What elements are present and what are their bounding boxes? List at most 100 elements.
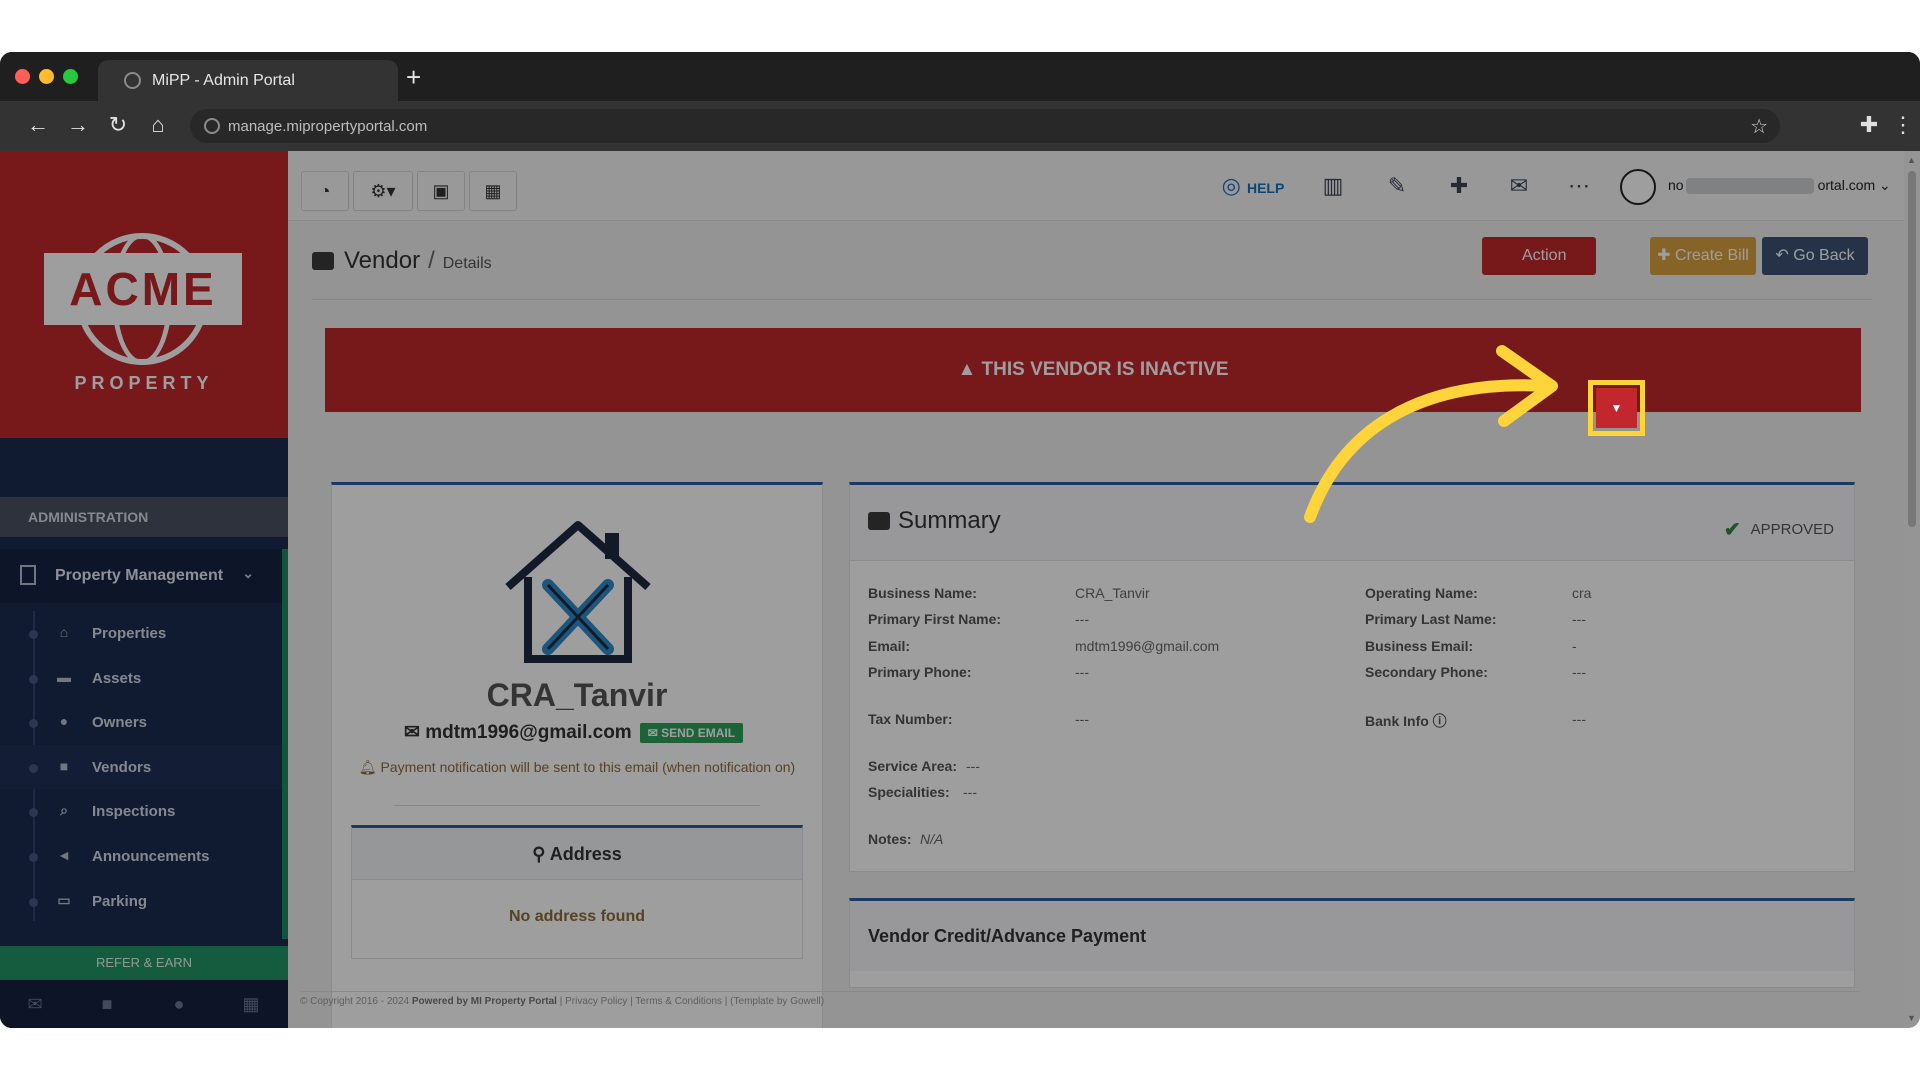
site-info-icon[interactable] [204, 118, 220, 134]
wrench-icon[interactable]: ✎ [1380, 171, 1414, 201]
footer-links[interactable]: | Privacy Policy | Terms & Conditions | [560, 996, 728, 1007]
send-email-button[interactable]: ✉ SEND EMAIL [639, 722, 744, 743]
browser-window: MiPP - Admin Portal + ← → ↻ ⌂ manage.mip… [0, 52, 1920, 1028]
minimize-window-button[interactable] [39, 69, 54, 84]
check-icon: ✔ [1723, 519, 1741, 541]
value-notes: N/A [920, 831, 944, 847]
envelope-icon[interactable]: ✉ [1502, 171, 1536, 201]
brand-logo[interactable]: ACME PROPERTY [0, 151, 288, 438]
briefcase-icon [868, 512, 890, 530]
briefcase-icon[interactable]: ■ [96, 994, 118, 1014]
label-secondary-phone: Secondary Phone: [1365, 664, 1488, 680]
sidebar-item-label: Vendors [92, 758, 152, 776]
briefcase-icon [312, 252, 334, 270]
avatar[interactable] [1620, 169, 1656, 205]
forward-arrow-icon[interactable]: → [63, 112, 93, 138]
extensions-puzzle-icon[interactable]: ✚ [1854, 112, 1884, 138]
bookmark-star-icon[interactable]: ☆ [1750, 114, 1768, 139]
calculator-icon[interactable]: ▦ [240, 994, 262, 1014]
map-pin-icon: ⚲ [532, 844, 550, 864]
bullhorn-icon: ◄ [57, 847, 71, 863]
summary-card: Summary ✔ APPROVED Business Name: CRA_Ta… [849, 482, 1855, 872]
lifebuoy-icon: ◎ [1221, 173, 1241, 198]
home-icon: ⌂ [59, 624, 69, 640]
address-bar[interactable]: manage.mipropertyportal.com ☆ [190, 109, 1780, 143]
chevron-down-icon: ⌄ [242, 565, 254, 581]
vendor-email[interactable]: mdtm1996@gmail.com [425, 722, 632, 744]
sidebar-item-parking[interactable]: ▭ Parking [0, 879, 282, 923]
maximize-window-button[interactable] [63, 69, 78, 84]
label-notes: Notes: [868, 831, 912, 847]
tab-title: MiPP - Admin Portal [152, 71, 295, 89]
sidebar-item-vendors[interactable]: ■ Vendors [0, 745, 282, 789]
value-specialities: --- [963, 784, 977, 800]
go-back-button[interactable]: ↶ Go Back [1762, 237, 1868, 275]
close-window-button[interactable] [15, 69, 30, 84]
sidebar-item-inspections[interactable]: ⌕ Inspections [0, 789, 282, 833]
footer-powered-link[interactable]: Powered by MI Property Portal [412, 996, 557, 1007]
page-footer: © Copyright 2016 - 2024 Powered by MI Pr… [300, 991, 1860, 1009]
sidebar-item-label: Announcements [92, 847, 210, 865]
notification-note: 🔔︎ Payment notification will be sent to … [352, 757, 802, 777]
summary-header: Summary ✔ APPROVED [850, 485, 1854, 561]
user-email-end: ortal.com [1817, 177, 1876, 193]
label-service-area: Service Area: [868, 758, 957, 774]
url-text: manage.mipropertyportal.com [228, 117, 428, 135]
dashboard-button[interactable]: ◔ [301, 171, 349, 211]
calculator-button[interactable]: ▦ [469, 171, 517, 211]
tree-dot [29, 719, 38, 728]
tree-dot [29, 630, 38, 639]
label-primary-first-name: Primary First Name: [868, 611, 1002, 627]
action-dropdown-toggle[interactable]: ▼ [1596, 388, 1637, 428]
reload-icon[interactable]: ↻ [103, 112, 133, 138]
sidebar-item-label: Owners [92, 713, 148, 731]
sidebar-item-properties[interactable]: ⌂ Properties [0, 611, 282, 655]
go-back-label: Go Back [1793, 247, 1855, 264]
car-icon: ▭ [57, 892, 71, 908]
create-bill-label: Create Bill [1675, 247, 1749, 264]
scrollbar-thumb[interactable] [1908, 171, 1916, 527]
new-tab-button[interactable]: + [406, 62, 421, 92]
more-icon[interactable]: ⋯ [1562, 171, 1596, 201]
archive-icon: ▬ [57, 669, 71, 685]
action-button[interactable]: Action [1482, 237, 1596, 275]
warning-icon: ▲ [957, 359, 982, 380]
label-bank-info: Bank Info ⓘ [1365, 711, 1447, 731]
bell-icon: 🔔︎ [358, 759, 381, 775]
browser-tab[interactable]: MiPP - Admin Portal [98, 60, 398, 101]
settings-dropdown-button[interactable]: ⚙▾ [353, 171, 413, 211]
scroll-down-icon[interactable]: ▼ [1907, 1013, 1916, 1023]
info-circle-icon[interactable]: ⓘ [1433, 713, 1447, 729]
sidebar-section-header: ADMINISTRATION [0, 497, 288, 537]
user-icon[interactable]: ● [168, 994, 190, 1014]
breadcrumb-current: Details [442, 255, 492, 272]
calendar-button[interactable]: ▣ [417, 171, 465, 211]
browser-menu-icon[interactable]: ⋮ [1888, 112, 1918, 138]
envelope-icon[interactable]: ✉ [24, 994, 46, 1014]
redacted-email [1686, 178, 1814, 194]
status-text: APPROVED [1750, 521, 1834, 538]
sidebar-item-announcements[interactable]: ◄ Announcements [0, 834, 282, 878]
label-business-email: Business Email: [1365, 638, 1474, 654]
home-icon[interactable]: ⌂ [143, 112, 173, 138]
plus-icon[interactable]: ✚ [1442, 171, 1476, 201]
create-bill-button[interactable]: ✚ Create Bill [1650, 237, 1756, 275]
dashboard-icon: ◔ [319, 181, 331, 201]
reports-chart-icon[interactable]: ▥ [1316, 171, 1350, 201]
refer-earn-button[interactable]: REFER & EARN [0, 946, 288, 980]
vendor-house-tools-icon [505, 521, 651, 663]
back-arrow-icon[interactable]: ← [23, 112, 53, 138]
sidebar-group-property-management[interactable]: Property Management ⌄ [0, 549, 282, 603]
sidebar-item-assets[interactable]: ▬ Assets [0, 656, 282, 700]
value-bank-info: --- [1572, 711, 1586, 727]
value-business-email: - [1572, 638, 1577, 654]
value-email: mdtm1996@gmail.com [1075, 638, 1220, 654]
scroll-up-icon[interactable]: ▲ [1907, 155, 1916, 165]
help-button[interactable]: ◎ HELP [1214, 171, 1292, 201]
top-toolbar: ◔ ⚙▾ ▣ ▦ ◎ HELP ▥ ✎ ✚ ✉ ⋯ no ortal.com ⌄ [288, 151, 1904, 221]
page-scrollbar[interactable]: ▲ ▼ [1904, 151, 1920, 1028]
value-secondary-phone: --- [1572, 664, 1586, 680]
caret-down-icon: ▼ [1610, 401, 1623, 415]
sidebar-item-owners[interactable]: ● Owners [0, 700, 282, 744]
address-panel: ⚲ Address No address found [351, 825, 803, 959]
